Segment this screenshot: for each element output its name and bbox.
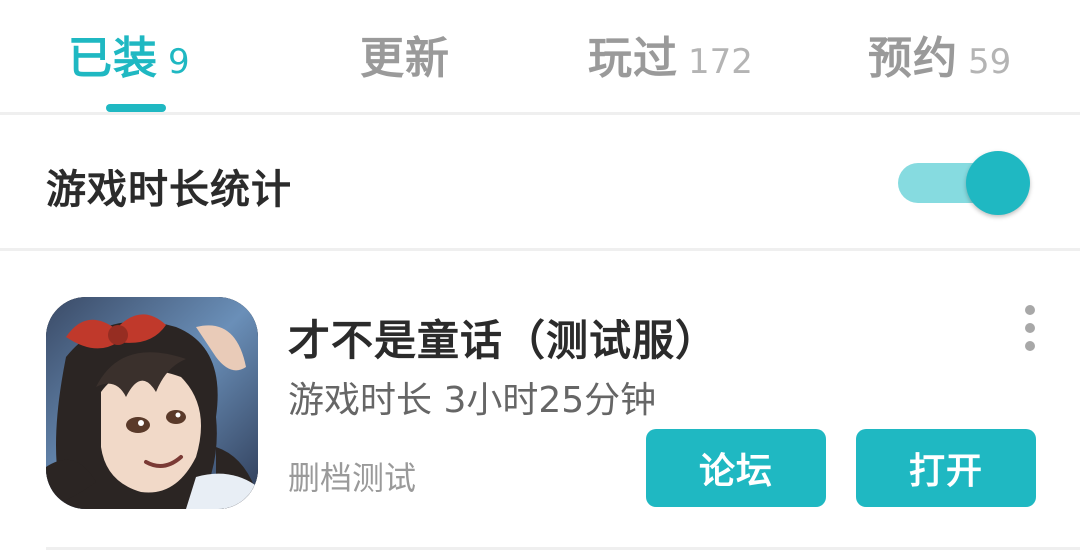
tab-played[interactable]: 玩过 172 bbox=[588, 22, 753, 86]
test-status-tag: 删档测试 bbox=[288, 459, 417, 497]
divider bbox=[46, 547, 1080, 550]
tab-label: 预约 bbox=[868, 33, 958, 84]
active-tab-indicator bbox=[106, 104, 166, 112]
tab-updates[interactable]: 更新 bbox=[360, 22, 450, 86]
game-title: 才不是童话（测试服） bbox=[288, 316, 719, 365]
tab-count: 172 bbox=[688, 42, 753, 82]
tab-label: 已装 bbox=[68, 33, 158, 84]
tab-label: 更新 bbox=[360, 33, 450, 84]
dot bbox=[1025, 323, 1035, 333]
game-playtime: 游戏时长 3小时25分钟 bbox=[288, 380, 657, 421]
dot bbox=[1025, 305, 1035, 315]
tab-reserved[interactable]: 预约 59 bbox=[868, 22, 1011, 86]
playtime-stats-row: 游戏时长统计 bbox=[0, 115, 1080, 248]
tab-installed[interactable]: 已装 9 bbox=[68, 22, 190, 86]
game-list-item[interactable]: 才不是童话（测试服） 游戏时长 3小时25分钟 删档测试 论坛 打开 bbox=[0, 251, 1080, 551]
playtime-stats-label: 游戏时长统计 bbox=[46, 167, 292, 213]
forum-button[interactable]: 论坛 bbox=[646, 429, 826, 507]
more-options-icon[interactable] bbox=[1018, 305, 1042, 351]
toggle-knob bbox=[966, 151, 1030, 215]
open-button[interactable]: 打开 bbox=[856, 429, 1036, 507]
tab-label: 玩过 bbox=[588, 33, 678, 84]
playtime-stats-toggle[interactable] bbox=[898, 151, 1032, 215]
tab-count: 59 bbox=[968, 42, 1012, 82]
dot bbox=[1025, 341, 1035, 351]
game-icon[interactable] bbox=[46, 297, 258, 509]
tab-count: 9 bbox=[168, 42, 190, 82]
tab-bar: 已装 9 更新 玩过 172 预约 59 bbox=[0, 0, 1080, 112]
